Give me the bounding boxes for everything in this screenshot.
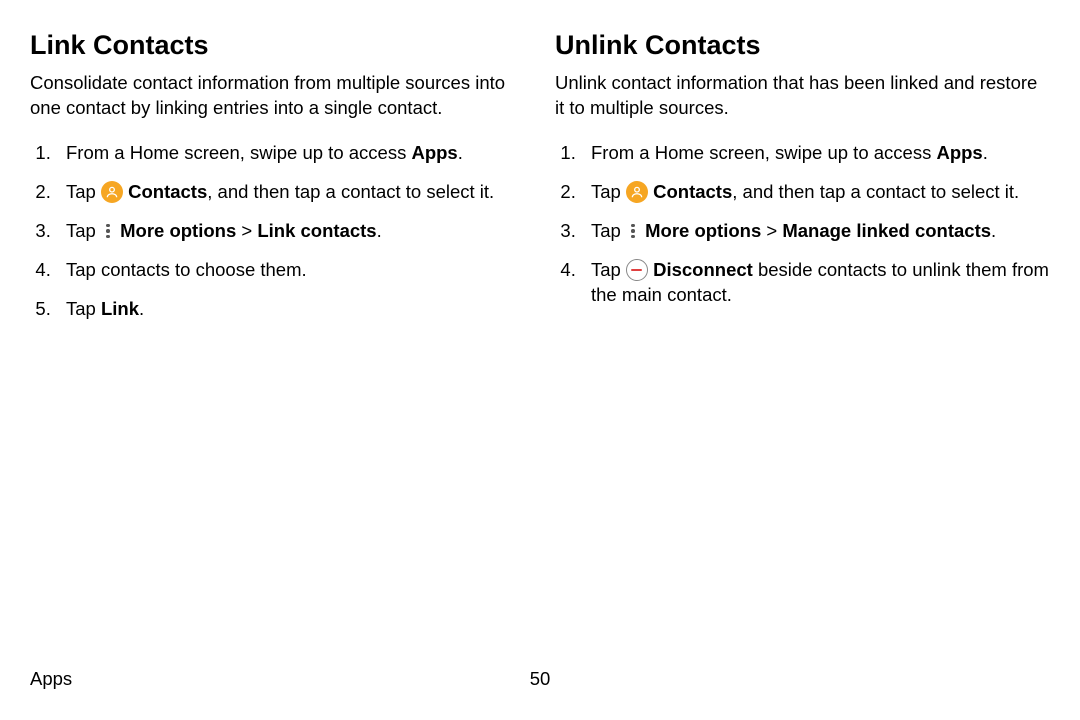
list-item: Tap More options > Link contacts. [56, 219, 525, 244]
contacts-icon [101, 181, 123, 203]
step-text: . [139, 298, 144, 319]
step-text: . [377, 220, 382, 241]
unlink-steps: From a Home screen, swipe up to access A… [555, 141, 1050, 308]
list-item: Tap Contacts, and then tap a contact to … [581, 180, 1050, 205]
step-text: . [458, 142, 463, 163]
step-bold: Contacts [648, 181, 732, 202]
link-contacts-heading: Link Contacts [30, 30, 525, 61]
step-bold: More options [640, 220, 761, 241]
step-bold: More options [115, 220, 236, 241]
step-text: Tap [591, 259, 626, 280]
step-text: Tap contacts to choose them. [66, 259, 307, 280]
step-text: Tap [66, 220, 101, 241]
left-column: Link Contacts Consolidate contact inform… [30, 30, 525, 336]
step-text: Tap [66, 298, 101, 319]
step-bold: Link contacts [257, 220, 376, 241]
step-text: Tap [591, 181, 626, 202]
disconnect-icon [626, 259, 648, 281]
step-text: From a Home screen, swipe up to access [66, 142, 411, 163]
list-item: From a Home screen, swipe up to access A… [581, 141, 1050, 166]
list-item: Tap contacts to choose them. [56, 258, 525, 283]
unlink-contacts-heading: Unlink Contacts [555, 30, 1050, 61]
step-bold: Apps [411, 142, 457, 163]
more-options-icon [101, 221, 115, 241]
list-item: Tap Contacts, and then tap a contact to … [56, 180, 525, 205]
page-footer: Apps 50 [30, 668, 1050, 690]
step-text: Tap [66, 181, 101, 202]
step-bold: Link [101, 298, 139, 319]
step-bold: Contacts [123, 181, 207, 202]
list-item: Tap Link. [56, 297, 525, 322]
step-bold: Disconnect [648, 259, 753, 280]
list-item: From a Home screen, swipe up to access A… [56, 141, 525, 166]
list-item: Tap Disconnect beside contacts to unlink… [581, 258, 1050, 308]
step-text: . [991, 220, 996, 241]
contacts-icon [626, 181, 648, 203]
step-text: Tap [591, 220, 626, 241]
step-text: > [236, 220, 257, 241]
footer-section-label: Apps [30, 668, 72, 690]
right-column: Unlink Contacts Unlink contact informati… [555, 30, 1050, 336]
link-steps: From a Home screen, swipe up to access A… [30, 141, 525, 322]
link-intro: Consolidate contact information from mul… [30, 71, 525, 121]
step-bold: Apps [936, 142, 982, 163]
step-text: , and then tap a contact to select it. [207, 181, 494, 202]
footer-page-number: 50 [530, 668, 551, 690]
step-text: > [761, 220, 782, 241]
step-text: . [983, 142, 988, 163]
more-options-icon [626, 221, 640, 241]
step-text: , and then tap a contact to select it. [732, 181, 1019, 202]
step-bold: Manage linked contacts [782, 220, 991, 241]
step-text: From a Home screen, swipe up to access [591, 142, 936, 163]
unlink-intro: Unlink contact information that has been… [555, 71, 1050, 121]
list-item: Tap More options > Manage linked contact… [581, 219, 1050, 244]
